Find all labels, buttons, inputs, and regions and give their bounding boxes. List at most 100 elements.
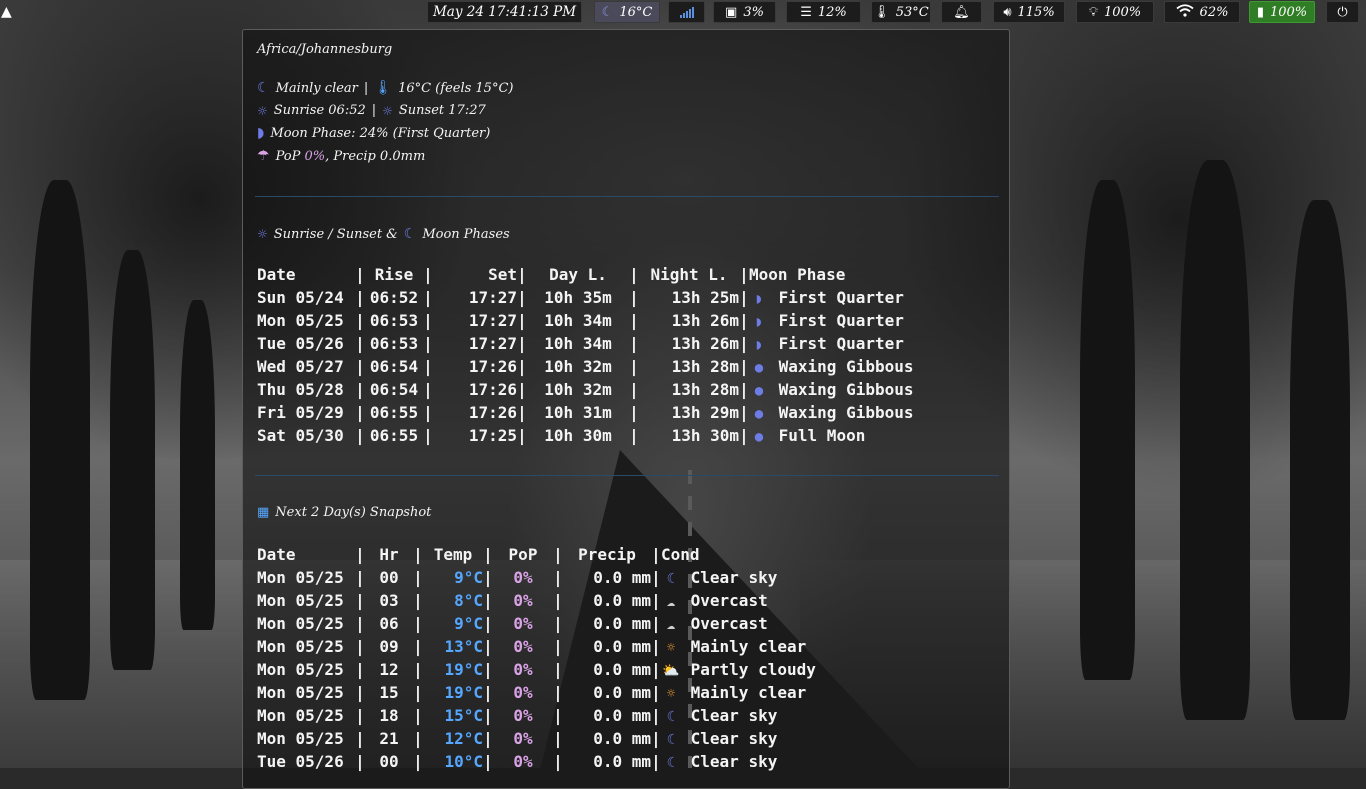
column-separator: | [553, 637, 563, 656]
moon-phase-cell: ◗ First Quarter [749, 309, 929, 332]
column-header: Moon Phase [749, 265, 846, 284]
thermometer-icon: 🌡 [873, 4, 890, 20]
table-cell: 17:26 [468, 403, 517, 422]
table-cell: 17:27 [468, 311, 517, 330]
volume-module[interactable]: 🔊︎ 115% [993, 1, 1065, 23]
moon-phase-line: ◗ Moon Phase: 24% (First Quarter) [257, 125, 490, 141]
table-cell: 0% [513, 660, 533, 679]
column-separator: | [483, 660, 493, 679]
column-separator: | [413, 591, 423, 610]
temperature-module[interactable]: 🌡 53°C [871, 1, 931, 23]
column-separator: | [413, 545, 423, 564]
column-separator: | [483, 545, 493, 564]
moon-icon: ☾ [666, 571, 676, 587]
section-title-text: Moon Phases [422, 226, 510, 242]
network-signal-module[interactable] [668, 1, 705, 23]
moon-icon: ☾ [403, 226, 417, 242]
column-separator: | [483, 683, 493, 702]
moon-phase-cell: ◗ First Quarter [749, 332, 929, 355]
condition-cell: ☼ Mainly clear [661, 681, 831, 704]
battery-level: 100% [1269, 4, 1308, 20]
table-cell: 06:54 [369, 380, 419, 399]
column-header: Set [488, 265, 517, 284]
moon-phase-text: Moon Phase: 24% (First Quarter) [270, 125, 491, 141]
brightness-module[interactable]: 💡︎ 100% [1076, 1, 1154, 23]
column-header: Hr [379, 545, 399, 564]
column-separator: | [423, 426, 433, 445]
bell-icon: 🔔︎ [953, 4, 970, 20]
moon-icon: ☾ [666, 755, 676, 771]
moon-phase-text: First Quarter [778, 288, 904, 307]
column-separator: | [423, 403, 433, 422]
power-module[interactable]: ⏻ [1326, 1, 1359, 23]
column-header: Day L. [549, 265, 607, 284]
sun-moon-section-title: ☼ Sunrise / Sunset & ☾ Moon Phases [257, 226, 510, 242]
column-separator: | [423, 334, 433, 353]
column-separator: | [651, 752, 661, 771]
wifi-strength: 62% [1199, 4, 1229, 20]
column-separator: | [483, 637, 493, 656]
moon-phase-icon: ● [754, 383, 764, 399]
top-bar: ▲ May 24 17:41:13 PM ☾ 16°C ▣ 3% ☰ 12% 🌡… [0, 0, 1366, 25]
table-cell: Fri 05/29 [257, 403, 344, 422]
table-cell: 0% [513, 752, 533, 771]
column-separator: | [651, 545, 661, 564]
sunrise-text: Sunrise 06:52 [273, 103, 366, 118]
table-row: Mon 05/25 | 09 | 13°C | 0% | 0.0 mm | ☼ Mainly cle… [257, 635, 831, 658]
column-separator: | [413, 614, 423, 633]
table-cell: 19°C [444, 683, 483, 702]
moon-phase-icon: ● [754, 429, 764, 445]
separator: | [371, 103, 377, 118]
launcher-icon[interactable]: ▲ [1, 4, 15, 20]
cpu-module[interactable]: ▣ 3% [713, 1, 776, 23]
column-separator: | [423, 380, 433, 399]
moon-phase-text: Waxing Gibbous [778, 403, 914, 422]
table-cell: 0% [513, 637, 533, 656]
notifications-module[interactable]: 🔔︎ [941, 1, 982, 23]
power-icon: ⏻ [1337, 4, 1348, 20]
clock-module[interactable]: May 24 17:41:13 PM [427, 1, 582, 23]
column-separator: | [517, 288, 527, 307]
table-row: Mon 05/25 | 06:53 | 17:27 | 10h 34m | 13h 26m | ◗ … [257, 309, 929, 332]
column-separator: | [355, 380, 365, 399]
table-cell: 12°C [444, 729, 483, 748]
no-rain-icon: ☂ [257, 148, 270, 164]
column-separator: | [483, 591, 493, 610]
table-cell: 0.0 mm [593, 752, 651, 771]
table-cell: 13h 25m [671, 288, 739, 307]
column-header: Precip [578, 545, 636, 564]
column-separator: | [483, 752, 493, 771]
sunrise-icon: ☼ [257, 103, 268, 118]
table-cell: 19°C [444, 660, 483, 679]
column-separator: | [355, 426, 365, 445]
signal-bars-icon [679, 6, 694, 18]
condition-cell: ☁ Overcast [661, 612, 831, 635]
table-cell: 0.0 mm [593, 729, 651, 748]
column-separator: | [739, 265, 749, 284]
condition-cell: ☾ Clear sky [661, 727, 831, 750]
table-cell: Tue 05/26 [257, 334, 344, 353]
moon-phase-text: Full Moon [778, 426, 866, 445]
weather-module[interactable]: ☾ 16°C [594, 1, 660, 23]
table-cell: 17:26 [468, 357, 517, 376]
table-cell: 10h 30m [544, 426, 612, 445]
table-cell: 0.0 mm [593, 637, 651, 656]
column-separator: | [413, 683, 423, 702]
column-separator: | [483, 706, 493, 725]
moon-phase-icon: ◗ [257, 125, 265, 141]
memory-module[interactable]: ☰ 12% [786, 1, 861, 23]
table-cell: 00 [379, 568, 399, 587]
battery-module[interactable]: ▮ 100% [1249, 1, 1315, 23]
column-separator: | [355, 288, 365, 307]
snapshot-section-title: ▦ Next 2 Day(s) Snapshot [257, 505, 431, 520]
table-cell: 17:27 [468, 334, 517, 353]
moon-icon: ☾ [666, 732, 676, 748]
table-cell: Wed 05/27 [257, 357, 344, 376]
wifi-module[interactable]: 62% [1164, 1, 1240, 23]
moon-phase-text: Waxing Gibbous [778, 380, 914, 399]
column-separator: | [355, 637, 365, 656]
table-cell: 0% [513, 591, 533, 610]
table-cell: 9°C [454, 614, 483, 633]
table-cell: 03 [379, 591, 399, 610]
column-separator: | [355, 752, 365, 771]
